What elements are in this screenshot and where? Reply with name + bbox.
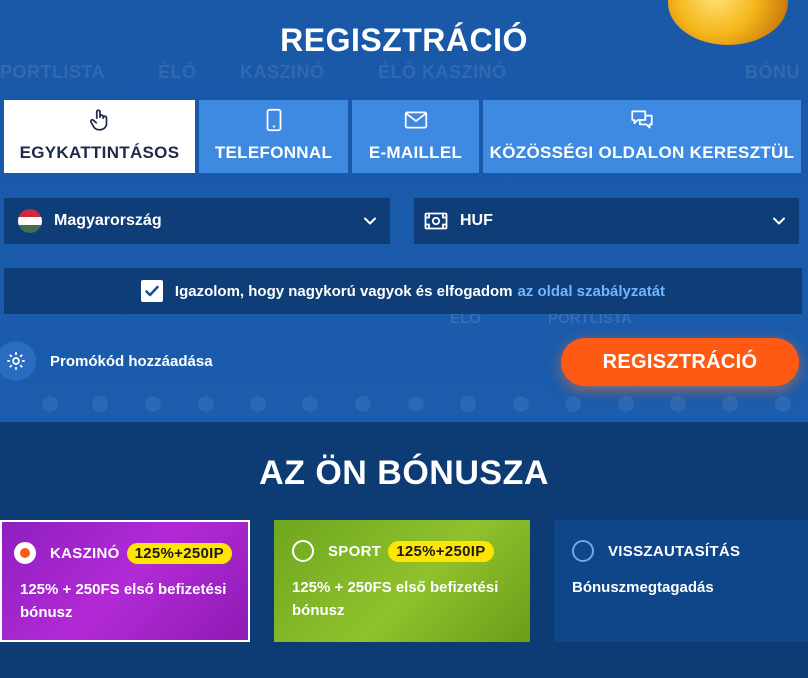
gear-icon <box>0 341 36 381</box>
bonus-card-desc: Bónuszmegtagadás <box>572 579 714 596</box>
tab-social[interactable]: KÖZÖSSÉGI OLDALON KERESZTÜL <box>483 100 801 173</box>
chevron-down-icon <box>364 217 376 225</box>
background-nav-item: PORTLISTA <box>0 62 106 82</box>
bonus-card-name: SPORT <box>328 542 382 560</box>
registration-title: REGISZTRÁCIÓ <box>280 22 528 58</box>
country-select[interactable]: Magyarország <box>4 198 390 244</box>
bonus-card-casino[interactable]: KASZINÓ 125%+250IP 125% + 250FS első bef… <box>0 520 250 642</box>
tab-label: E-MAILLEL <box>368 143 463 162</box>
background-nav-item: BÓNU <box>745 62 800 82</box>
background-nav-item: ÉLŐ KASZINÓ <box>378 62 507 82</box>
background-nav-item: KASZINÓ <box>240 62 325 82</box>
promo-code-label: Promókód hozzáadása <box>50 352 213 370</box>
bonus-card-name: KASZINÓ <box>50 544 120 562</box>
tab-label: EGYKATTINTÁSOS <box>19 143 180 162</box>
tab-phone[interactable]: TELEFONNAL <box>199 100 348 173</box>
checkmark-icon <box>145 285 159 297</box>
bonus-section: AZ ÖN BÓNUSZA KASZINÓ 125%+250IP 125% + … <box>0 422 808 678</box>
bonus-card-desc: 125% + 250FS első befizetési bónusz <box>20 581 227 621</box>
envelope-icon <box>404 111 427 129</box>
phone-icon <box>266 108 281 132</box>
bonus-card-name: VISSZAUTASÍTÁS <box>608 542 741 560</box>
hand-pointer-icon <box>89 109 107 131</box>
register-button[interactable]: REGISZTRÁCIÓ <box>561 338 799 386</box>
bonus-card-refuse[interactable]: VISSZAUTASÍTÁS Bónuszmegtagadás <box>554 520 808 642</box>
tab-label: TELEFONNAL <box>214 143 333 162</box>
terms-confirmation: Igazolom, hogy nagykorú vagyok és elfoga… <box>4 268 802 314</box>
background-nav-item: ÉLŐ <box>158 62 197 82</box>
registration-tabs: EGYKATTINTÁSOS TELEFONNAL E-MAILLEL KÖZÖ… <box>4 100 801 173</box>
terms-checkbox[interactable] <box>140 280 163 302</box>
tab-one-click[interactable]: EGYKATTINTÁSOS <box>4 100 195 173</box>
hungary-flag-icon <box>18 209 42 233</box>
bonus-title: AZ ÖN BÓNUSZA <box>259 454 549 492</box>
bonus-badge: 125%+250IP <box>126 542 232 564</box>
radio-selected-icon[interactable] <box>14 542 36 564</box>
currency-select[interactable]: HUF <box>414 198 799 244</box>
tab-email[interactable]: E-MAILLEL <box>352 100 479 173</box>
terms-text: Igazolom, hogy nagykorú vagyok és elfoga… <box>174 282 513 300</box>
banknote-icon <box>424 212 448 230</box>
terms-link[interactable]: az oldal szabályzatát <box>518 283 666 300</box>
promo-code-toggle[interactable]: Promókód hozzáadása <box>0 338 213 384</box>
chevron-down-icon <box>773 217 785 225</box>
bonus-badge: 125%+250IP <box>388 540 494 562</box>
chat-icon <box>631 110 653 129</box>
background-icons <box>0 392 808 418</box>
currency-value: HUF <box>460 212 493 229</box>
bonus-card-desc: 125% + 250FS első befizetési bónusz <box>292 579 499 619</box>
bonus-card-sport[interactable]: SPORT 125%+250IP 125% + 250FS első befiz… <box>274 520 530 642</box>
tab-label: KÖZÖSSÉGI OLDALON KERESZTÜL <box>489 143 795 162</box>
registration-panel: PORTLISTA ÉLŐ KASZINÓ ÉLŐ KASZINÓ BÓNU É… <box>0 0 808 422</box>
radio-unselected-icon[interactable] <box>292 540 314 562</box>
country-value: Magyarország <box>54 212 162 229</box>
radio-unselected-icon[interactable] <box>572 540 594 562</box>
background-nav: PORTLISTA ÉLŐ KASZINÓ ÉLŐ KASZINÓ BÓNU <box>0 58 808 88</box>
